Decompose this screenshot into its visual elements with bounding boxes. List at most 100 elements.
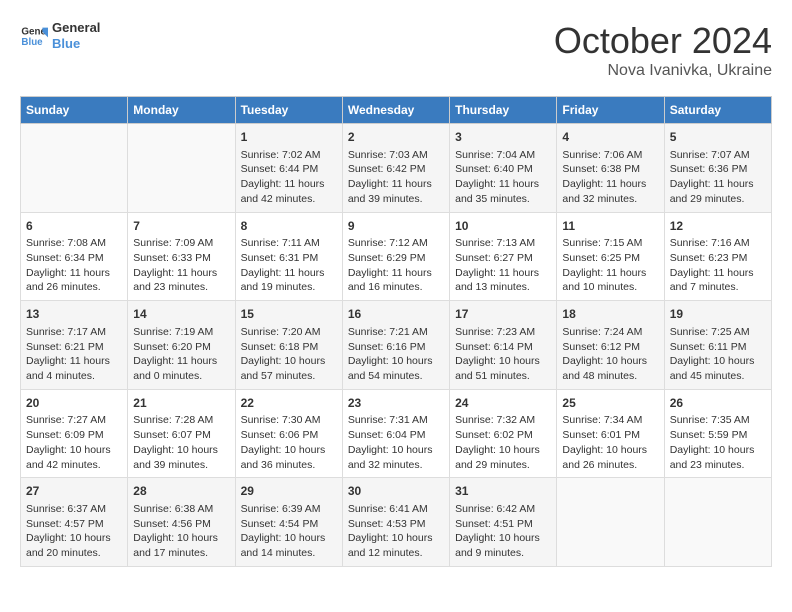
day-info-line: Sunrise: 7:16 AM [670,236,766,251]
day-number: 25 [562,395,658,412]
day-info-line: Sunrise: 6:42 AM [455,502,551,517]
day-info-line: Sunset: 6:31 PM [241,251,337,266]
day-number: 19 [670,306,766,323]
day-number: 13 [26,306,122,323]
day-number: 18 [562,306,658,323]
day-info-line: Sunset: 6:09 PM [26,428,122,443]
day-info-line: Sunset: 6:04 PM [348,428,444,443]
day-number: 31 [455,483,551,500]
calendar-cell: 8Sunrise: 7:11 AMSunset: 6:31 PMDaylight… [235,212,342,301]
day-number: 26 [670,395,766,412]
day-info-line: Sunrise: 7:19 AM [133,325,229,340]
calendar-cell: 24Sunrise: 7:32 AMSunset: 6:02 PMDayligh… [450,389,557,478]
day-info-line: Sunset: 6:12 PM [562,340,658,355]
calendar-cell [21,124,128,213]
day-info-line: Daylight: 10 hours and 57 minutes. [241,354,337,383]
day-number: 23 [348,395,444,412]
day-info-line: Daylight: 11 hours and 4 minutes. [26,354,122,383]
day-info-line: Daylight: 10 hours and 51 minutes. [455,354,551,383]
calendar-cell: 9Sunrise: 7:12 AMSunset: 6:29 PMDaylight… [342,212,449,301]
calendar-cell: 10Sunrise: 7:13 AMSunset: 6:27 PMDayligh… [450,212,557,301]
day-info-line: Daylight: 10 hours and 14 minutes. [241,531,337,560]
calendar-cell: 30Sunrise: 6:41 AMSunset: 4:53 PMDayligh… [342,478,449,567]
day-info-line: Sunset: 4:54 PM [241,517,337,532]
calendar-cell: 13 Sunrise: 7:17 AMSunset: 6:21 PMDayligh… [21,301,128,390]
page-header: General Blue General Blue October 2024 N… [20,20,772,80]
day-of-week-header: Saturday [664,97,771,124]
calendar-cell: 23Sunrise: 7:31 AMSunset: 6:04 PMDayligh… [342,389,449,478]
day-info-line: Sunset: 6:33 PM [133,251,229,266]
calendar-cell: 20Sunrise: 7:27 AMSunset: 6:09 PMDayligh… [21,389,128,478]
calendar-cell: 29Sunrise: 6:39 AMSunset: 4:54 PMDayligh… [235,478,342,567]
day-info-line: Sunset: 6:06 PM [241,428,337,443]
day-info-line: Sunset: 6:01 PM [562,428,658,443]
day-info-line: Sunset: 6:27 PM [455,251,551,266]
day-info-line: Sunset: 6:36 PM [670,162,766,177]
day-number: 24 [455,395,551,412]
day-number: 11 [562,218,658,235]
day-info-line: Sunrise: 7:20 AM [241,325,337,340]
day-info-line: Sunset: 6:21 PM [26,340,122,355]
calendar-cell: 21Sunrise: 7:28 AMSunset: 6:07 PMDayligh… [128,389,235,478]
calendar-cell: 17Sunrise: 7:23 AMSunset: 6:14 PMDayligh… [450,301,557,390]
day-info-line: Sunrise: 7:17 AM [26,325,122,340]
day-number: 12 [670,218,766,235]
day-number: 5 [670,129,766,146]
day-info-line: Daylight: 10 hours and 23 minutes. [670,443,766,472]
day-number: 16 [348,306,444,323]
day-of-week-header: Thursday [450,97,557,124]
day-number: 14 [133,306,229,323]
day-info-line: Sunset: 6:44 PM [241,162,337,177]
day-info-line: Sunset: 6:02 PM [455,428,551,443]
day-info-line: Sunset: 6:07 PM [133,428,229,443]
day-number: 27 [26,483,122,500]
calendar-cell: 6Sunrise: 7:08 AMSunset: 6:34 PMDaylight… [21,212,128,301]
day-number: 29 [241,483,337,500]
day-info-line: Sunrise: 7:24 AM [562,325,658,340]
calendar-cell: 31Sunrise: 6:42 AMSunset: 4:51 PMDayligh… [450,478,557,567]
calendar-cell: 4Sunrise: 7:06 AMSunset: 6:38 PMDaylight… [557,124,664,213]
day-info-line: Sunset: 6:29 PM [348,251,444,266]
calendar-cell: 14Sunrise: 7:19 AMSunset: 6:20 PMDayligh… [128,301,235,390]
day-info-line: Sunrise: 7:30 AM [241,413,337,428]
day-number: 3 [455,129,551,146]
day-info-line: Daylight: 11 hours and 10 minutes. [562,266,658,295]
day-info-line: Daylight: 10 hours and 20 minutes. [26,531,122,560]
day-info-line: Sunrise: 7:11 AM [241,236,337,251]
day-info-line: Daylight: 10 hours and 9 minutes. [455,531,551,560]
day-info-line: Daylight: 10 hours and 26 minutes. [562,443,658,472]
day-of-week-header: Tuesday [235,97,342,124]
day-info-line: Sunset: 6:38 PM [562,162,658,177]
day-info-line: Sunrise: 7:32 AM [455,413,551,428]
day-number: 2 [348,129,444,146]
day-info-line: Daylight: 10 hours and 12 minutes. [348,531,444,560]
day-number: 6 [26,218,122,235]
day-number: 4 [562,129,658,146]
calendar-cell: 15Sunrise: 7:20 AMSunset: 6:18 PMDayligh… [235,301,342,390]
svg-text:Blue: Blue [21,37,43,48]
day-info-line: Sunset: 6:40 PM [455,162,551,177]
location-subtitle: Nova Ivanivka, Ukraine [554,62,772,80]
calendar-cell: 16Sunrise: 7:21 AMSunset: 6:16 PMDayligh… [342,301,449,390]
day-number: 17 [455,306,551,323]
day-info-line: Daylight: 10 hours and 54 minutes. [348,354,444,383]
day-info-line: Daylight: 11 hours and 13 minutes. [455,266,551,295]
day-info-line: Sunset: 4:57 PM [26,517,122,532]
day-info-line: Daylight: 10 hours and 39 minutes. [133,443,229,472]
day-number: 9 [348,218,444,235]
day-info-line: Daylight: 11 hours and 42 minutes. [241,177,337,206]
day-info-line: Sunset: 6:11 PM [670,340,766,355]
day-info-line: Daylight: 10 hours and 36 minutes. [241,443,337,472]
day-info-line: Daylight: 11 hours and 7 minutes. [670,266,766,295]
day-info-line: Sunrise: 7:35 AM [670,413,766,428]
day-info-line: Sunrise: 7:23 AM [455,325,551,340]
calendar-cell [128,124,235,213]
day-of-week-header: Wednesday [342,97,449,124]
day-info-line: Sunset: 6:20 PM [133,340,229,355]
day-info-line: Sunrise: 7:31 AM [348,413,444,428]
day-info-line: Sunrise: 7:34 AM [562,413,658,428]
day-info-line: Sunrise: 7:03 AM [348,148,444,163]
day-info-line: Sunrise: 7:07 AM [670,148,766,163]
calendar-cell: 18Sunrise: 7:24 AMSunset: 6:12 PMDayligh… [557,301,664,390]
day-info-line: Sunset: 6:18 PM [241,340,337,355]
